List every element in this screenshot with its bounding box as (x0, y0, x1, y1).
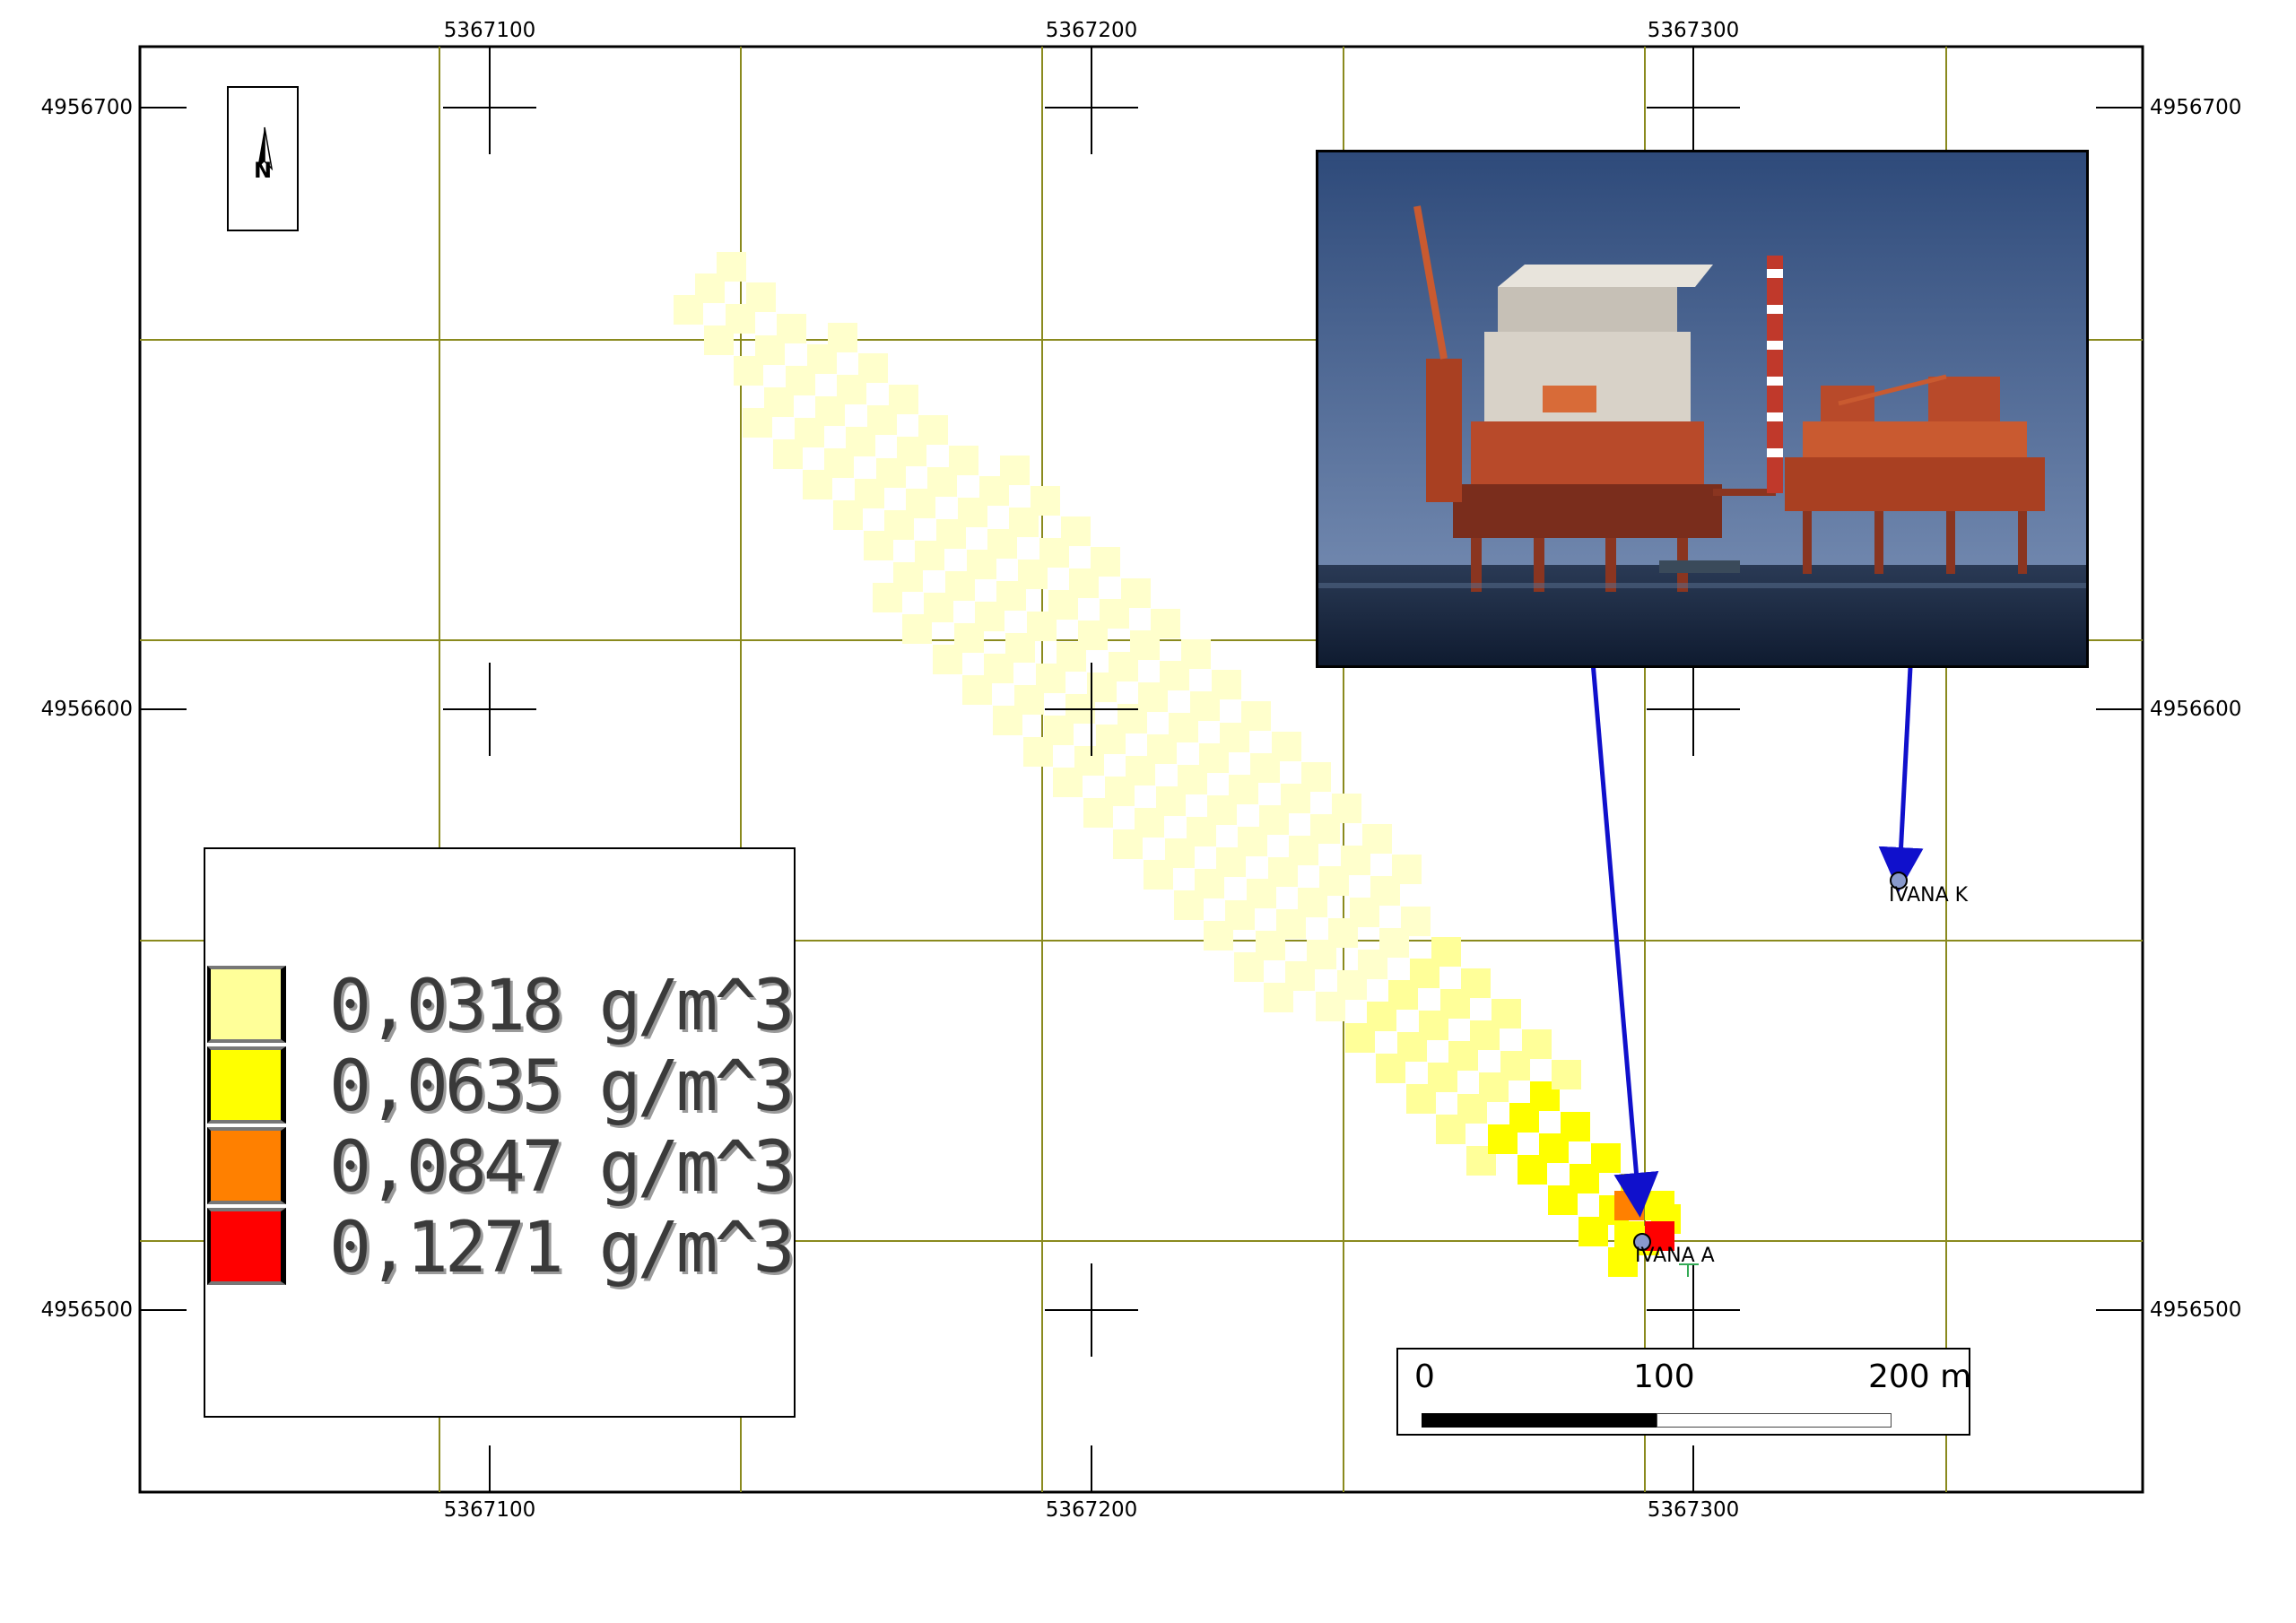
x-label-bottom-3: 5367300 (1647, 1498, 1740, 1522)
plume-cell (1332, 794, 1361, 823)
legend-item-1: 0,0318 g/m^3 (205, 966, 796, 1046)
plume-cell (1522, 1029, 1552, 1059)
support-vessel (1659, 560, 1740, 573)
legend-swatch-4 (207, 1208, 286, 1285)
x-label-top-2: 5367200 (1045, 19, 1138, 42)
plume-cell (1181, 639, 1211, 669)
plume-cell (918, 415, 948, 445)
plume-cell (1212, 670, 1241, 699)
scale-bar-filled (1422, 1413, 1657, 1428)
arrow-to-ivana-a (1587, 629, 1659, 1218)
plume-cell (828, 323, 857, 352)
plume-cell (1272, 732, 1301, 761)
legend-label-3: 0,0847 g/m^3 (329, 1127, 796, 1208)
plume-cell (746, 282, 776, 312)
x-label-top-1: 5367100 (443, 19, 536, 42)
scale-label-200: 200 m (1868, 1358, 1972, 1395)
x-label-top-3: 5367300 (1647, 19, 1740, 42)
plume-cell (1552, 1060, 1581, 1089)
ivana-k-label: IVANA K (1889, 884, 1969, 907)
plume-cell (858, 353, 888, 383)
y-label-left-2: 4956600 (40, 698, 133, 721)
scale-bar: 0 100 200 m (1396, 1348, 1972, 1436)
plume-cell (1561, 1112, 1590, 1141)
north-letter: N (253, 158, 273, 183)
flare-tower (1767, 256, 1783, 493)
y-label-right-3: 4956500 (2150, 1298, 2242, 1322)
ivana-a-label: IVANA A (1635, 1245, 1715, 1267)
plume-cell (777, 314, 806, 343)
scale-label-100: 100 (1633, 1358, 1695, 1395)
scale-bar-empty (1657, 1413, 1892, 1428)
plume-cell (1241, 701, 1271, 731)
plume-cell (1492, 999, 1521, 1028)
plume-cell (949, 446, 978, 475)
y-label-right-2: 4956600 (2150, 698, 2242, 721)
plume-cell (1091, 547, 1120, 577)
legend-label-1: 0,0318 g/m^3 (329, 966, 796, 1046)
plume-cell (1591, 1143, 1621, 1173)
plume-cell (1392, 855, 1422, 884)
bridge (1713, 489, 1776, 496)
plume-cell (1121, 578, 1151, 608)
plume-cell (1031, 486, 1060, 516)
plume-cell (1061, 516, 1091, 546)
scale-label-0: 0 (1414, 1358, 1435, 1395)
legend-swatch-2 (207, 1046, 286, 1124)
platform-photo (1316, 150, 2089, 668)
plume-cell (889, 385, 918, 414)
legend: 0,0318 g/m^3 0,0635 g/m^3 0,0847 g/m^3 0… (204, 847, 796, 1418)
plume-cell (1000, 456, 1030, 485)
north-arrow-box: N (227, 86, 299, 231)
legend-swatch-1 (207, 966, 286, 1043)
legend-item-4: 0,1271 g/m^3 (205, 1208, 796, 1289)
y-label-right-1: 4956700 (2150, 96, 2242, 119)
legend-label-4: 0,1271 g/m^3 (329, 1208, 796, 1289)
plume-cell-yellow (1645, 1191, 1674, 1220)
legend-label-2: 0,0635 g/m^3 (329, 1046, 796, 1127)
plume-cell (1151, 609, 1180, 638)
offshore-gas-platforms-photo (1318, 152, 2086, 665)
plume-cell (1301, 762, 1331, 792)
legend-swatch-3 (207, 1127, 286, 1204)
plume-cell (1461, 968, 1491, 998)
plume-cell (1401, 907, 1431, 936)
y-label-left-1: 4956700 (40, 96, 133, 119)
plume-cell (717, 252, 746, 282)
plume-cell (1362, 824, 1392, 854)
x-label-bottom-2: 5367200 (1045, 1498, 1138, 1522)
y-label-left-3: 4956500 (40, 1298, 133, 1322)
x-label-bottom-1: 5367100 (443, 1498, 536, 1522)
legend-item-2: 0,0635 g/m^3 (205, 1046, 796, 1127)
legend-item-3: 0,0847 g/m^3 (205, 1127, 796, 1208)
plume-cell (1431, 937, 1461, 967)
